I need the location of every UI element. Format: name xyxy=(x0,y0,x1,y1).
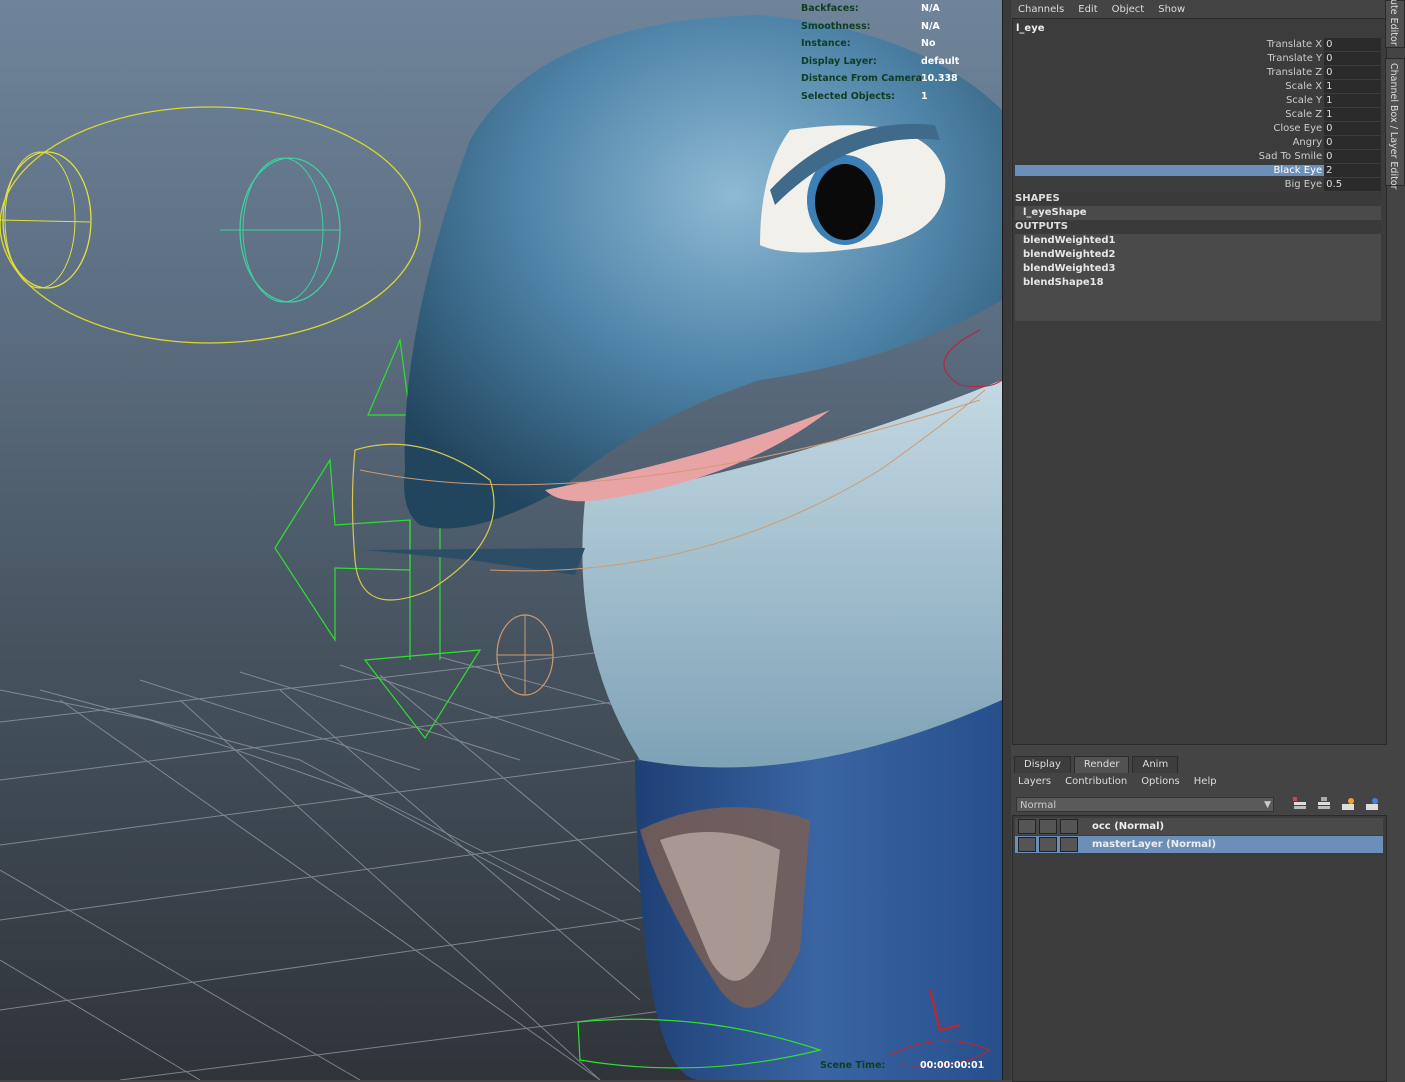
attr-value[interactable]: 0 xyxy=(1324,121,1381,135)
panel-divider[interactable] xyxy=(1002,0,1011,1080)
tab-anim[interactable]: Anim xyxy=(1132,756,1179,773)
layer-editor-menu: Layers Contribution Options Help xyxy=(1018,776,1231,787)
new-layer-selected-icon[interactable] xyxy=(1316,796,1332,812)
menu-layers[interactable]: Layers xyxy=(1018,776,1051,787)
output-node[interactable]: blendWeighted2 xyxy=(1015,248,1381,262)
menu-channels[interactable]: Channels xyxy=(1018,4,1064,15)
attr-scale-x[interactable]: Scale X1 xyxy=(1015,79,1381,93)
attr-value[interactable]: 0 xyxy=(1324,149,1381,163)
attr-angry[interactable]: Angry 0 xyxy=(1015,135,1381,149)
menu-options[interactable]: Options xyxy=(1141,776,1180,787)
attr-translate-y[interactable]: Translate Y0 xyxy=(1015,51,1381,65)
menu-object[interactable]: Object xyxy=(1112,4,1145,15)
attr-translate-x[interactable]: Translate X0 xyxy=(1015,37,1381,51)
output-node[interactable]: blendWeighted3 xyxy=(1015,262,1381,276)
menu-show[interactable]: Show xyxy=(1158,4,1185,15)
object-name[interactable]: l_eye xyxy=(1016,23,1045,34)
shape-node[interactable]: l_eyeShape xyxy=(1015,206,1381,220)
channel-box-menu: Channels Edit Object Show xyxy=(1012,0,1193,18)
attr-big-eye[interactable]: Big Eye 0.5 xyxy=(1015,177,1381,191)
layer-editor-tabs: Display Render Anim xyxy=(1014,756,1181,773)
menu-edit[interactable]: Edit xyxy=(1078,4,1097,15)
face-controls xyxy=(0,106,421,344)
render-layer-row[interactable]: masterLayer (Normal) xyxy=(1015,836,1383,853)
render-settings-icon[interactable] xyxy=(1060,819,1078,834)
new-layer-icon[interactable] xyxy=(1292,796,1308,812)
hud-row: Distance From Camera: 10.338 xyxy=(801,73,958,85)
output-node[interactable]: blendWeighted1 xyxy=(1015,234,1381,248)
attr-value[interactable]: 1 xyxy=(1324,93,1381,107)
attr-scale-y[interactable]: Scale Y1 xyxy=(1015,93,1381,107)
attr-close-eye[interactable]: Close Eye 0 xyxy=(1015,121,1381,135)
render-layer-row[interactable]: occ (Normal) xyxy=(1015,818,1383,835)
3d-viewport[interactable]: Backfaces: N/A Smoothness: N/A Instance: No… xyxy=(0,0,1002,1080)
menu-contribution[interactable]: Contribution xyxy=(1065,776,1127,787)
visibility-icon[interactable] xyxy=(1039,819,1057,834)
attr-value[interactable]: 0 xyxy=(1324,51,1381,65)
shapes-header: SHAPES xyxy=(1015,192,1381,206)
render-toggle-icon[interactable] xyxy=(1018,819,1036,834)
menu-help[interactable]: Help xyxy=(1194,776,1217,787)
outputs-header: OUTPUTS xyxy=(1015,220,1381,234)
attribute-editor-tab[interactable]: ute Editor xyxy=(1385,0,1405,48)
attr-value[interactable]: 2 xyxy=(1324,163,1381,177)
attr-value[interactable]: 0.5 xyxy=(1324,177,1381,191)
output-node[interactable]: blendShape18 xyxy=(1015,276,1381,290)
tab-render[interactable]: Render xyxy=(1073,756,1130,773)
attr-value[interactable]: 1 xyxy=(1324,79,1381,93)
render-layer-list: occ (Normal) masterLayer (Normal) xyxy=(1012,815,1387,1082)
channel-box-layer-editor-tab[interactable]: Channel Box / Layer Editor xyxy=(1385,58,1405,190)
attr-value[interactable]: 1 xyxy=(1324,107,1381,121)
channel-box-layer-editor-panel: Channels Edit Object Show l_eye Translat… xyxy=(1002,0,1405,1082)
render-settings-icon[interactable] xyxy=(1340,796,1356,812)
render-view-icon[interactable] xyxy=(1364,796,1380,812)
ground-grid xyxy=(0,649,671,1080)
hud-row: Backfaces: N/A xyxy=(801,3,940,14)
attr-sad-to-smile[interactable]: Sad To Smile 0 xyxy=(1015,149,1381,163)
hud-row: Smoothness: N/A xyxy=(801,20,940,32)
shark-character xyxy=(365,15,1002,1080)
hud-row: Display Layer: default xyxy=(801,55,960,67)
chevron-down-icon: ▼ xyxy=(1264,800,1271,810)
tab-display[interactable]: Display xyxy=(1014,756,1071,773)
attr-value[interactable]: 0 xyxy=(1324,37,1381,51)
viewport-scene xyxy=(0,15,1002,1080)
channel-box: l_eye Translate X0 Translate Y0 Translat… xyxy=(1012,18,1387,745)
blend-mode-dropdown[interactable]: Normal ▼ xyxy=(1016,797,1274,812)
render-toggle-icon[interactable] xyxy=(1018,837,1036,852)
attr-value[interactable]: 0 xyxy=(1324,65,1381,79)
visibility-icon[interactable] xyxy=(1039,837,1057,852)
render-settings-icon[interactable] xyxy=(1060,837,1078,852)
attr-black-eye[interactable]: Black Eye 2 xyxy=(1015,163,1381,177)
attr-scale-z[interactable]: Scale Z1 xyxy=(1015,107,1381,121)
attr-translate-z[interactable]: Translate Z0 xyxy=(1015,65,1381,79)
hud-row: Selected Objects: 1 xyxy=(801,90,928,102)
attr-value[interactable]: 0 xyxy=(1324,135,1381,149)
layer-toolbar xyxy=(1292,796,1388,812)
heads-up-display: Backfaces: N/A Smoothness: N/A Instance: No… xyxy=(801,0,959,106)
hud-scene-time: Scene Time: 00:00:00:01 xyxy=(820,1060,985,1071)
hud-row: Instance: No xyxy=(801,38,936,50)
